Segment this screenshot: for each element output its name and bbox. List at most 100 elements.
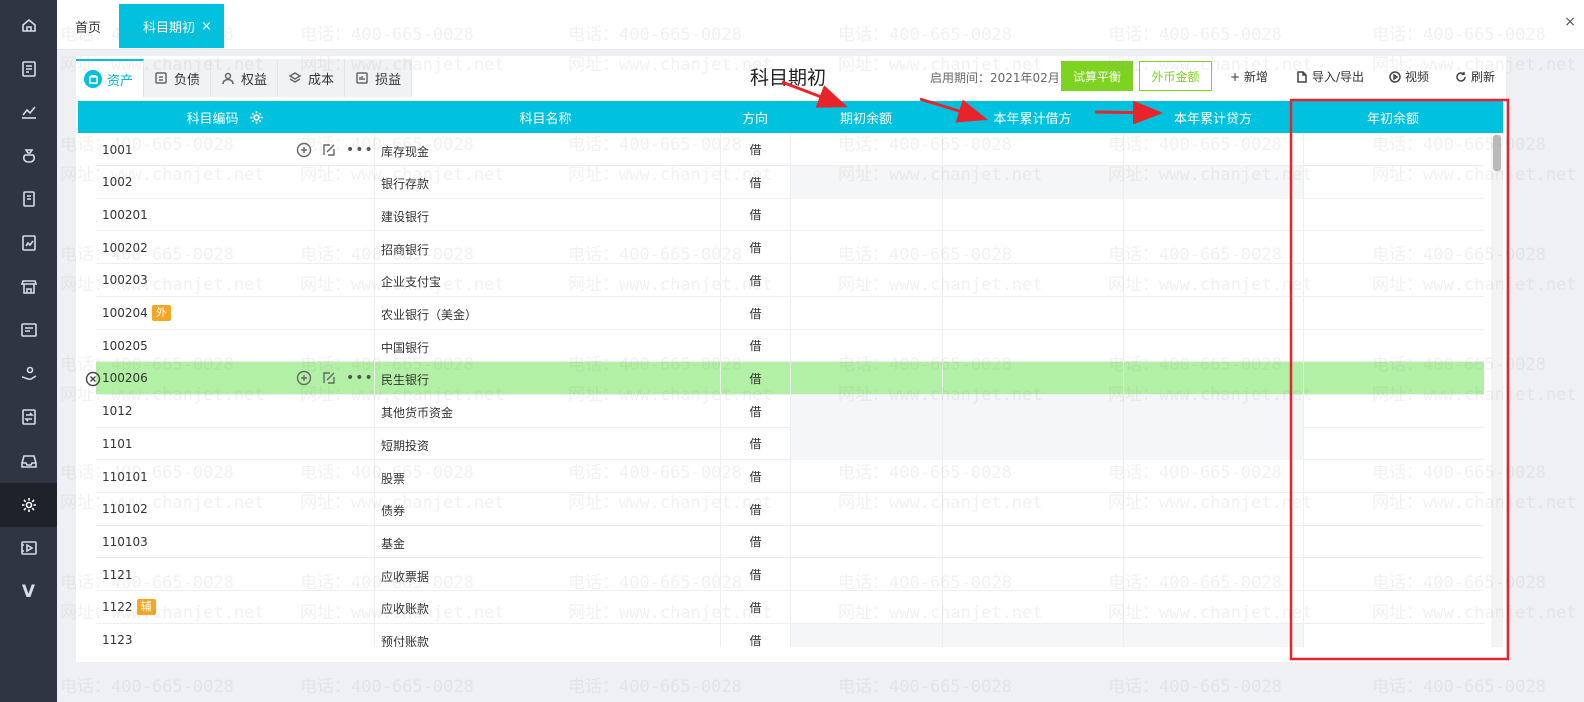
amount-cell[interactable] (942, 558, 1123, 592)
amount-cell[interactable] (790, 296, 942, 330)
sidebar-item-voucher[interactable] (0, 47, 57, 91)
amount-cell[interactable] (1123, 329, 1303, 363)
amount-cell[interactable] (790, 361, 942, 395)
amount-cell[interactable] (1123, 296, 1303, 330)
row-delete-icon[interactable] (85, 371, 101, 387)
amount-cell[interactable] (1123, 590, 1303, 624)
table-row[interactable]: 110101 股票 借 (96, 460, 1484, 493)
scrollbar-track[interactable] (1491, 133, 1503, 647)
amount-cell[interactable] (1123, 361, 1303, 395)
amount-cell[interactable] (1303, 394, 1484, 428)
tab-close-icon[interactable]: × (201, 19, 212, 34)
amount-cell[interactable] (1303, 525, 1484, 559)
amount-cell[interactable] (1303, 296, 1484, 330)
amount-cell[interactable] (942, 198, 1123, 232)
amount-cell[interactable] (1303, 198, 1484, 232)
edit-icon[interactable] (321, 370, 337, 386)
sidebar-item-v-logo[interactable]: V (0, 570, 57, 614)
amount-cell[interactable] (1303, 231, 1484, 265)
amount-cell[interactable] (1303, 427, 1484, 461)
amount-cell[interactable] (790, 460, 942, 493)
amount-cell[interactable] (942, 361, 1123, 395)
amount-cell[interactable] (790, 492, 942, 526)
table-row[interactable]: 110102 债券 借 (96, 492, 1484, 526)
table-row[interactable]: 1001 ••• 库存现金 借 (96, 133, 1484, 166)
amount-cell[interactable] (1303, 460, 1484, 493)
table-row[interactable]: 1123 预付账款 借 (96, 623, 1484, 647)
amount-cell[interactable] (790, 133, 942, 166)
table-row[interactable]: 100203 企业支付宝 借 (96, 263, 1484, 297)
add-circle-icon[interactable] (296, 370, 312, 386)
amount-cell[interactable] (1303, 590, 1484, 624)
video-button[interactable]: 视频 (1389, 68, 1429, 85)
tab-equity[interactable]: 权益 (211, 59, 279, 97)
table-row[interactable]: 110103 基金 借 (96, 525, 1484, 559)
amount-cell[interactable] (942, 133, 1123, 166)
tab-opening-balance[interactable]: 科目期初 × (119, 4, 224, 48)
sidebar-item-chart[interactable] (0, 90, 57, 134)
amount-cell[interactable] (1123, 460, 1303, 493)
amount-cell[interactable] (1303, 329, 1484, 363)
amount-cell[interactable] (942, 329, 1123, 363)
amount-cell[interactable] (942, 525, 1123, 559)
amount-cell[interactable] (1303, 558, 1484, 592)
amount-cell[interactable] (1123, 198, 1303, 232)
sidebar-item-gear[interactable] (0, 482, 57, 527)
amount-cell[interactable] (1303, 263, 1484, 297)
amount-cell[interactable] (1123, 231, 1303, 265)
amount-cell[interactable] (942, 460, 1123, 493)
sidebar-item-report[interactable] (0, 221, 57, 265)
amount-cell[interactable] (790, 558, 942, 592)
table-row[interactable]: 100202 招商银行 借 (96, 231, 1484, 265)
tab-cost[interactable]: 成本 (278, 59, 346, 97)
scrollbar-thumb[interactable] (1493, 135, 1501, 171)
amount-cell[interactable] (942, 492, 1123, 526)
fx-amount-button[interactable]: 外币金额 (1139, 61, 1212, 91)
table-row[interactable]: 1002 银行存款 借 (96, 165, 1484, 199)
gear-icon[interactable] (249, 110, 264, 125)
edit-icon[interactable] (321, 142, 337, 158)
table-row[interactable]: 1012 其他货币资金 借 (96, 394, 1484, 428)
window-close-icon[interactable]: × (1564, 14, 1576, 30)
amount-cell[interactable] (942, 231, 1123, 265)
import-export-button[interactable]: 导入/导出 (1296, 68, 1364, 85)
add-circle-icon[interactable] (296, 142, 312, 158)
tab-asset[interactable]: 资产 (76, 59, 145, 97)
table-row[interactable]: 1101 短期投资 借 (96, 427, 1484, 461)
amount-cell[interactable] (790, 231, 942, 265)
amount-cell[interactable] (942, 590, 1123, 624)
more-icon[interactable]: ••• (346, 370, 374, 386)
table-row[interactable]: 100204 外 农业银行（美金） 借 (96, 296, 1484, 330)
amount-cell[interactable] (790, 198, 942, 232)
amount-cell[interactable] (1123, 263, 1303, 297)
table-row[interactable]: 100201 建设银行 借 (96, 198, 1484, 232)
sidebar-item-home[interactable] (0, 3, 57, 47)
tab-profit-loss[interactable]: 损益 (345, 59, 413, 97)
sidebar-item-store[interactable] (0, 265, 57, 309)
amount-cell[interactable] (790, 590, 942, 624)
add-button[interactable]: + 新增 (1230, 68, 1268, 85)
amount-cell[interactable] (790, 263, 942, 297)
sidebar-item-inbox[interactable] (0, 439, 57, 483)
amount-cell[interactable] (1123, 133, 1303, 166)
sidebar-item-hand-coin[interactable] (0, 352, 57, 396)
sidebar-item-money-bag[interactable] (0, 134, 57, 178)
amount-cell[interactable] (1303, 133, 1484, 166)
amount-cell[interactable] (790, 329, 942, 363)
table-row[interactable]: 1121 应收票据 借 (96, 558, 1484, 592)
refresh-button[interactable]: 刷新 (1455, 68, 1495, 85)
amount-cell[interactable] (790, 525, 942, 559)
amount-cell[interactable] (1123, 558, 1303, 592)
sidebar-item-transfer[interactable] (0, 395, 57, 439)
amount-cell[interactable] (1303, 623, 1484, 647)
table-row[interactable]: 100206 ••• 民生银行 借 (96, 361, 1484, 395)
amount-cell[interactable] (1303, 165, 1484, 199)
amount-cell[interactable] (942, 263, 1123, 297)
amount-cell[interactable] (1123, 492, 1303, 526)
amount-cell[interactable] (942, 296, 1123, 330)
tab-liability[interactable]: 负债 (144, 59, 212, 97)
sidebar-item-book[interactable] (0, 177, 57, 221)
trial-balance-button[interactable]: 试算平衡 (1061, 61, 1133, 91)
table-row[interactable]: 1122 辅 应收账款 借 (96, 590, 1484, 624)
sidebar-item-video[interactable] (0, 526, 57, 570)
